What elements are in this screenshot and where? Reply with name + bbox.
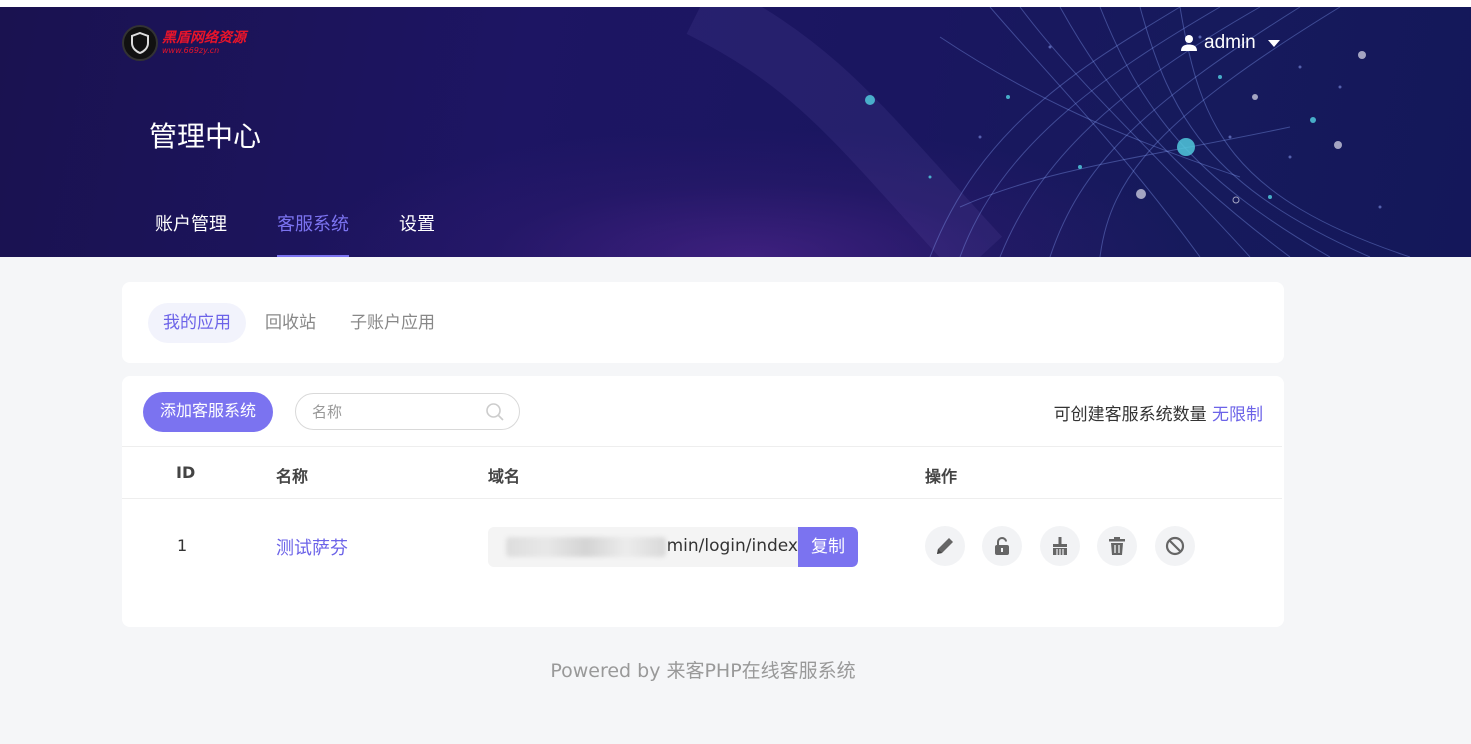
tabs-card: 我的应用 回收站 子账户应用 bbox=[122, 282, 1284, 363]
quota-label: 可创建客服系统数量 bbox=[1053, 405, 1207, 425]
nav-item-customer-service[interactable]: 客服系统 bbox=[277, 211, 349, 257]
logo-text: 黑盾网络资源 www.669zy.cn bbox=[162, 31, 246, 55]
tab-my-apps[interactable]: 我的应用 bbox=[148, 303, 246, 343]
search-box bbox=[295, 393, 520, 430]
sub-tabs: 我的应用 回收站 子账户应用 bbox=[148, 303, 454, 343]
shield-icon bbox=[122, 25, 158, 61]
column-header-id: ID bbox=[176, 463, 196, 482]
divider bbox=[122, 446, 1282, 447]
footer-powered-by: Powered by 来客PHP在线客服系统 bbox=[550, 660, 856, 682]
brand-logo[interactable]: 黑盾网络资源 www.669zy.cn bbox=[122, 25, 246, 61]
user-icon bbox=[1181, 35, 1197, 51]
column-header-domain: 域名 bbox=[488, 467, 521, 486]
nav-item-settings[interactable]: 设置 bbox=[399, 211, 435, 257]
ban-icon[interactable] bbox=[1155, 526, 1195, 566]
header-banner: 黑盾网络资源 www.669zy.cn admin 管理中心 账户管理 客服系统… bbox=[0, 7, 1471, 257]
caret-down-icon bbox=[1267, 39, 1280, 47]
top-strip bbox=[0, 0, 1471, 7]
search-icon[interactable] bbox=[485, 402, 505, 422]
app-name-link[interactable]: 测试萨芬 bbox=[276, 534, 348, 560]
main-nav: 账户管理 客服系统 设置 bbox=[155, 211, 485, 257]
apps-table-card: 添加客服系统 可创建客服系统数量 无限制 ID 名称 域名 操作 1 测试萨芬 … bbox=[122, 376, 1284, 627]
quota-value: 无限制 bbox=[1212, 405, 1263, 425]
unlock-icon[interactable] bbox=[982, 526, 1022, 566]
edit-icon[interactable] bbox=[925, 526, 965, 566]
clean-icon[interactable] bbox=[1040, 526, 1080, 566]
divider bbox=[122, 498, 1282, 499]
tab-recycle-bin[interactable]: 回收站 bbox=[250, 303, 331, 343]
quota-info: 可创建客服系统数量 无限制 bbox=[1054, 400, 1263, 425]
nav-item-account[interactable]: 账户管理 bbox=[155, 211, 227, 257]
trash-icon[interactable] bbox=[1097, 526, 1137, 566]
redacted-domain-blur bbox=[506, 537, 666, 557]
column-header-actions: 操作 bbox=[925, 467, 958, 486]
add-service-button[interactable]: 添加客服系统 bbox=[143, 392, 273, 432]
user-menu[interactable]: admin bbox=[1180, 32, 1280, 54]
copy-button[interactable]: 复制 bbox=[798, 527, 858, 567]
domain-field: min/login/index 复制 bbox=[488, 527, 858, 567]
page-title: 管理中心 bbox=[149, 120, 262, 153]
column-header-name: 名称 bbox=[276, 467, 309, 486]
logo-title: 黑盾网络资源 bbox=[162, 30, 246, 46]
search-input[interactable] bbox=[312, 402, 472, 421]
tab-sub-account-apps[interactable]: 子账户应用 bbox=[335, 303, 450, 343]
row-id: 1 bbox=[177, 536, 188, 555]
logo-subtitle: www.669zy.cn bbox=[162, 46, 220, 55]
username: admin bbox=[1204, 32, 1256, 53]
